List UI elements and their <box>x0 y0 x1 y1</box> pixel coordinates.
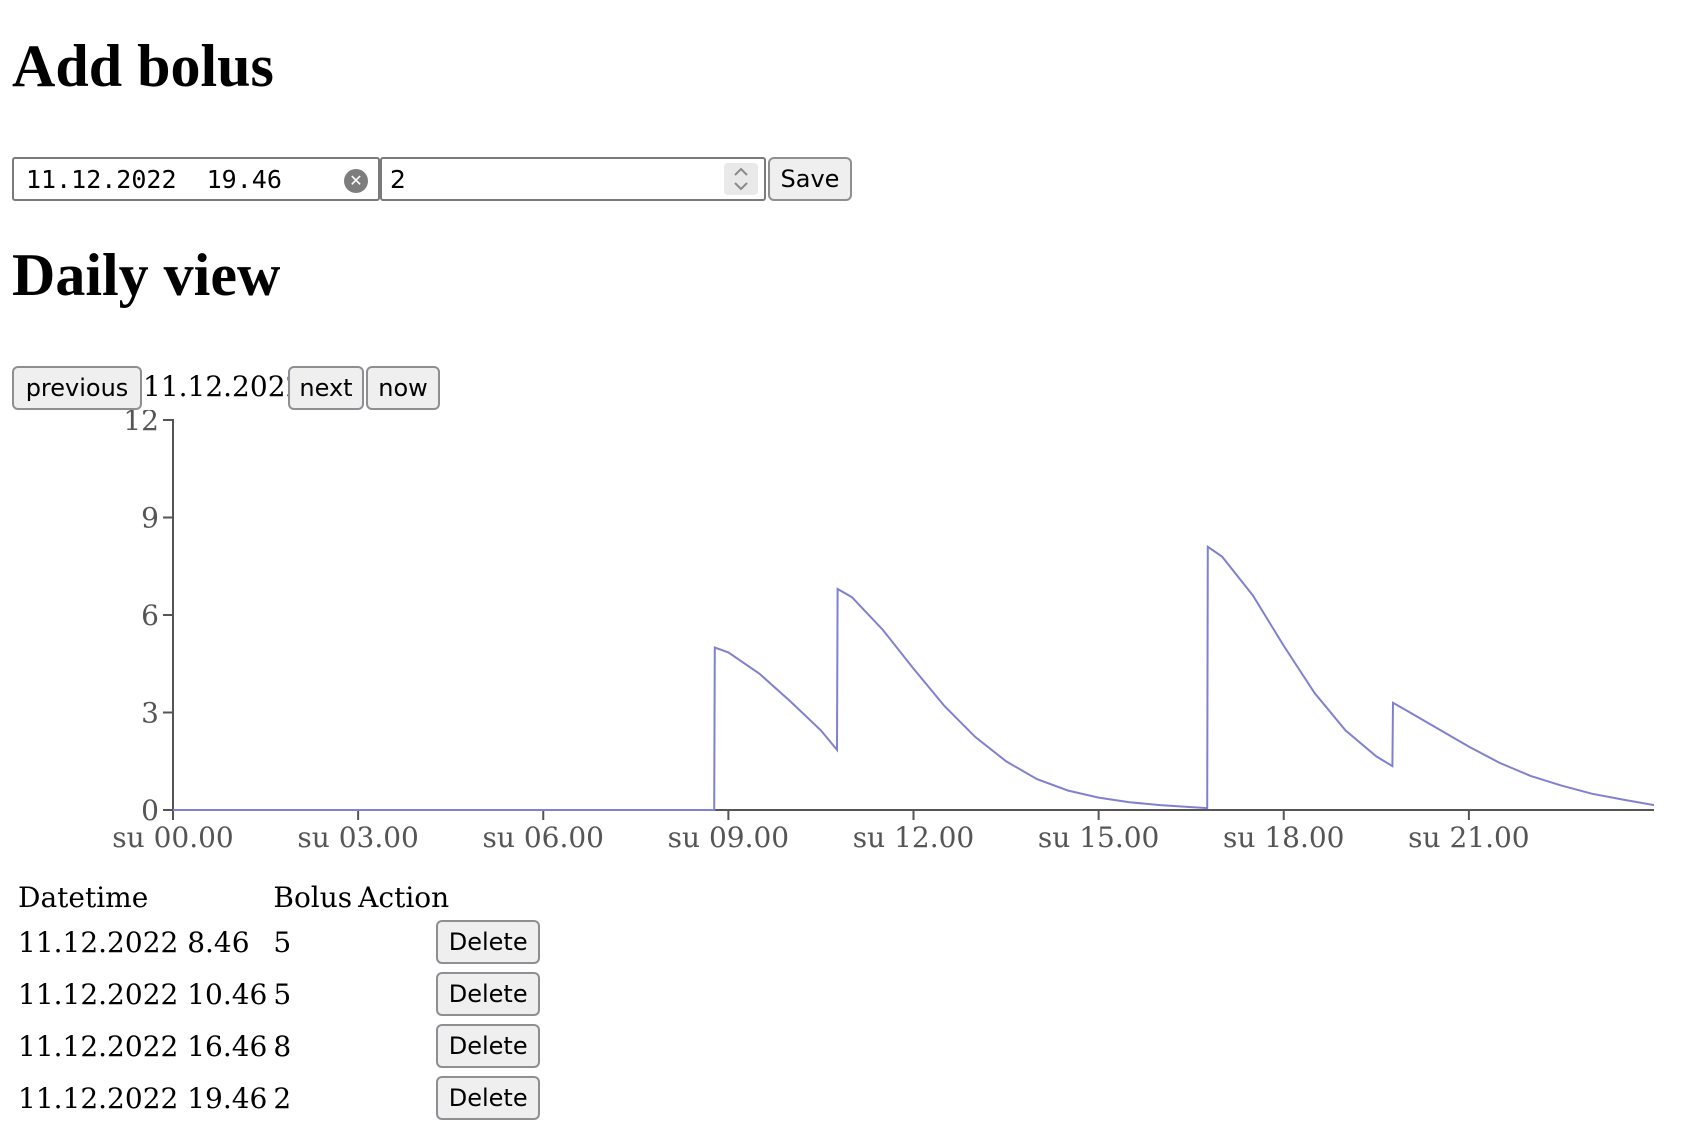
x-tick-label: su 15.00 <box>1038 821 1159 854</box>
row-bolus: 5 <box>273 977 292 1011</box>
x-tick-label: su 06.00 <box>483 821 604 854</box>
clear-icon[interactable]: ✕ <box>344 169 368 193</box>
delete-button[interactable]: Delete <box>436 920 541 964</box>
save-button[interactable]: Save <box>768 157 852 201</box>
add-bolus-heading: Add bolus <box>12 33 274 99</box>
row-bolus: 2 <box>273 1081 292 1115</box>
next-day-button[interactable]: next <box>288 366 364 410</box>
x-tick-label: su 18.00 <box>1223 821 1344 854</box>
current-date: 11.12.2022 <box>143 370 304 403</box>
table-header-row: Datetime Bolus Action <box>18 881 540 914</box>
datetime-value: 11.12.2022 19.46 <box>26 165 282 194</box>
table-row: 11.12.2022 19.46 2 Delete <box>18 1074 541 1122</box>
bolus-amount-value: 2 <box>390 165 406 194</box>
row-bolus: 8 <box>273 1029 292 1063</box>
column-header-action: Action <box>358 881 450 914</box>
row-datetime: 11.12.2022 19.46 <box>18 1081 268 1115</box>
table-row: 11.12.2022 10.46 5 Delete <box>18 970 541 1018</box>
series-line <box>173 544 1655 811</box>
previous-day-button[interactable]: previous <box>12 366 142 410</box>
y-tick-label: 12 <box>123 410 159 437</box>
delete-button[interactable]: Delete <box>436 1076 541 1120</box>
daily-view-heading: Daily view <box>12 242 281 308</box>
datetime-input[interactable]: 11.12.2022 19.46 ✕ <box>12 157 380 201</box>
table-row: 11.12.2022 8.46 5 Delete <box>18 918 541 966</box>
table-row: 11.12.2022 16.46 8 Delete <box>18 1022 541 1070</box>
x-tick-label: su 00.00 <box>112 821 233 854</box>
y-tick-label: 3 <box>141 697 159 730</box>
delete-button[interactable]: Delete <box>436 972 541 1016</box>
spinner-icon[interactable] <box>724 163 758 195</box>
delete-button[interactable]: Delete <box>436 1024 541 1068</box>
x-tick-label: su 09.00 <box>668 821 789 854</box>
row-datetime: 11.12.2022 10.46 <box>18 977 268 1011</box>
bolus-table: Datetime Bolus Action 11.12.2022 8.46 5 … <box>12 877 546 1126</box>
x-tick-label: su 21.00 <box>1408 821 1529 854</box>
row-datetime: 11.12.2022 8.46 <box>18 925 250 959</box>
row-datetime: 11.12.2022 16.46 <box>18 1029 268 1063</box>
x-tick-label: su 12.00 <box>853 821 974 854</box>
column-header-datetime: Datetime <box>18 881 149 914</box>
column-header-bolus: Bolus <box>273 881 353 914</box>
now-button[interactable]: now <box>366 366 440 410</box>
row-bolus: 5 <box>273 925 292 959</box>
insulin-chart: 036912su 00.00 su 03.00 su 06.00 su 09.00 su… <box>112 410 1655 854</box>
bolus-amount-input[interactable]: 2 <box>380 157 766 201</box>
x-tick-label: su 03.00 <box>297 821 418 854</box>
y-tick-label: 6 <box>141 599 159 632</box>
y-tick-label: 9 <box>141 502 159 535</box>
